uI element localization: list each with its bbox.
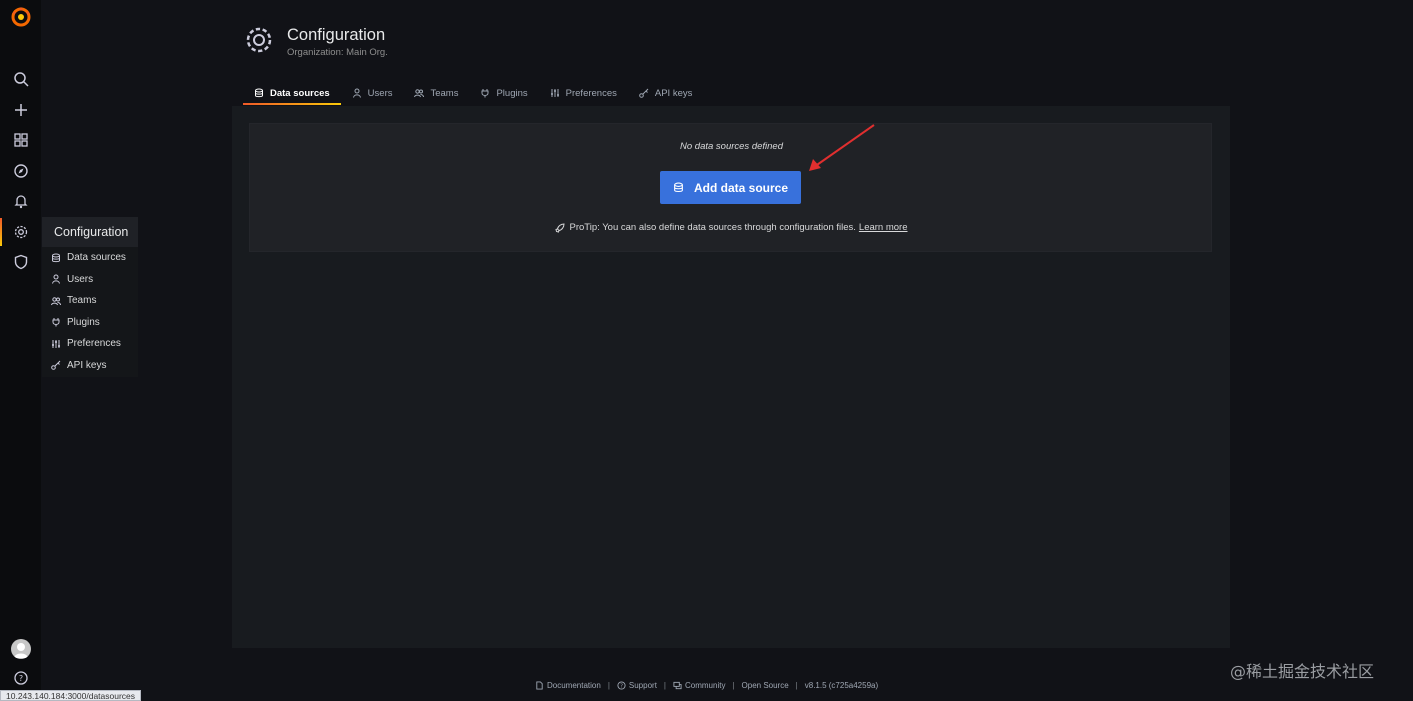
- flyout-item-label: API keys: [67, 359, 107, 371]
- sliders-icon: [52, 339, 60, 348]
- footer-label: Open Source: [741, 681, 789, 690]
- sliders-icon: [550, 89, 559, 97]
- tab-label: Teams: [430, 87, 459, 99]
- flyout-item-label: Preferences: [67, 338, 121, 350]
- tab-label: Preferences: [565, 87, 617, 99]
- active-indicator: [0, 218, 2, 246]
- plug-icon: [52, 318, 60, 327]
- footer-separator: |: [795, 681, 798, 690]
- configuration-flyout-menu: Configuration Data sources Users Teams P…: [42, 217, 138, 377]
- sidebar: ?: [0, 0, 41, 701]
- document-icon: [536, 681, 543, 690]
- svg-text:?: ?: [19, 674, 23, 683]
- footer-label: v8.1.5 (c725a4259a): [804, 681, 879, 690]
- search-icon[interactable]: [11, 69, 31, 89]
- plus-icon[interactable]: [11, 100, 31, 120]
- footer-version[interactable]: v8.1.5 (c725a4259a): [805, 681, 878, 690]
- flyout-item-label: Users: [67, 273, 94, 285]
- protip: ProTip: You can also define data sources…: [250, 222, 1213, 233]
- flyout-title[interactable]: Configuration: [42, 217, 138, 247]
- learn-more-link[interactable]: Learn more: [859, 222, 908, 233]
- flyout-item-label: Plugins: [67, 316, 100, 328]
- alert-bell-icon[interactable]: [11, 191, 31, 211]
- flyout-item-plugins[interactable]: Plugins: [42, 312, 138, 334]
- flyout-item-api-keys[interactable]: API keys: [42, 355, 138, 377]
- footer-documentation-link[interactable]: Documentation: [535, 681, 601, 690]
- shield-icon[interactable]: [11, 252, 31, 272]
- flyout-item-teams[interactable]: Teams: [42, 290, 138, 312]
- explore-icon[interactable]: [11, 161, 31, 181]
- tab-label: Data sources: [270, 87, 330, 99]
- footer-separator: |: [663, 681, 666, 690]
- add-data-source-button[interactable]: Add data source: [660, 171, 801, 204]
- user-icon: [352, 88, 361, 98]
- empty-state-message: No data sources defined: [680, 141, 783, 152]
- tab-plugins[interactable]: Plugins: [469, 82, 538, 104]
- avatar[interactable]: [11, 639, 31, 659]
- status-bar-url: 10.243.140.184:3000/datasources: [0, 690, 142, 701]
- gear-icon[interactable]: [11, 222, 31, 242]
- question-circle-icon: ?: [617, 681, 626, 690]
- database-icon: [674, 182, 683, 193]
- user-icon: [52, 274, 60, 284]
- config-tabs: Data sources Users Teams Plugins Prefere…: [243, 82, 703, 106]
- users-icon: [51, 297, 61, 305]
- flyout-item-users[interactable]: Users: [42, 269, 138, 291]
- tab-teams[interactable]: Teams: [403, 82, 469, 104]
- gear-icon: [243, 24, 275, 56]
- database-icon: [255, 88, 263, 98]
- tab-label: Plugins: [496, 87, 528, 99]
- watermark: @稀土掘金技术社区: [1230, 662, 1375, 681]
- database-icon: [52, 253, 60, 262]
- empty-state-box: No data sources defined Add data source …: [249, 123, 1212, 252]
- dashboards-icon[interactable]: [11, 130, 31, 150]
- help-icon[interactable]: ?: [11, 668, 31, 688]
- annotation-arrow: [809, 124, 875, 171]
- footer-label: Documentation: [547, 681, 601, 690]
- footer-label: Community: [685, 681, 726, 690]
- tab-api-keys[interactable]: API keys: [628, 82, 704, 104]
- footer-separator: |: [732, 681, 735, 690]
- grafana-logo[interactable]: [10, 6, 32, 28]
- flyout-item-label: Data sources: [67, 252, 126, 264]
- key-icon: [51, 360, 61, 371]
- page-subtitle: Organization: Main Org.: [287, 47, 388, 58]
- footer-separator: |: [607, 681, 610, 690]
- svg-text:?: ?: [620, 683, 623, 689]
- comments-icon: [673, 681, 682, 690]
- tab-data-sources[interactable]: Data sources: [243, 82, 341, 105]
- plug-icon: [481, 89, 489, 98]
- tab-label: Users: [367, 87, 393, 99]
- add-data-source-label: Add data source: [693, 180, 789, 195]
- flyout-item-label: Teams: [67, 295, 97, 307]
- footer-support-link[interactable]: ? Support: [617, 681, 657, 690]
- tab-preferences[interactable]: Preferences: [539, 82, 628, 104]
- key-icon: [639, 88, 649, 98]
- footer-label: Support: [628, 681, 657, 690]
- footer: Documentation | ? Support | Community | …: [535, 681, 878, 690]
- flyout-item-data-sources[interactable]: Data sources: [42, 247, 138, 269]
- rocket-icon: [555, 222, 565, 233]
- footer-open-source-link[interactable]: Open Source: [742, 681, 789, 690]
- tab-label: API keys: [654, 87, 693, 99]
- footer-community-link[interactable]: Community: [673, 681, 725, 690]
- users-icon: [414, 89, 425, 98]
- flyout-item-preferences[interactable]: Preferences: [42, 333, 138, 355]
- protip-text: ProTip: You can also define data sources…: [569, 222, 856, 233]
- tab-users[interactable]: Users: [341, 82, 404, 104]
- page-title: Configuration: [287, 26, 386, 44]
